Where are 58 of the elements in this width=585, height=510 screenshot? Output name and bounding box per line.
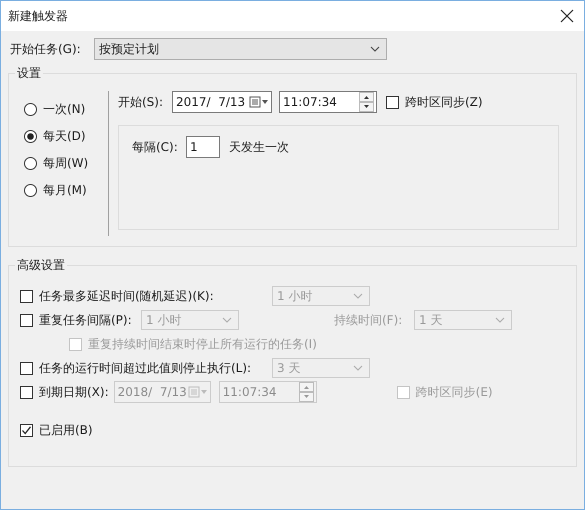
checkbox-label: 任务最多延迟时间(随机延迟)(K): [39, 288, 215, 304]
radio-label: 每月(M) [43, 182, 87, 198]
caret-icon [353, 293, 363, 299]
radio-label: 每周(W) [43, 154, 88, 172]
field-label: 开始(S): [118, 94, 164, 110]
date-picker[interactable]: 2018/ 7/13 [114, 381, 211, 403]
time-value: 11:07:34 [283, 95, 337, 109]
dropdown-value: 1 小时 [146, 312, 182, 328]
unit-label: 天发生一次 [229, 138, 289, 156]
radio-button[interactable] [24, 184, 37, 196]
checkbox[interactable] [20, 362, 33, 374]
field-label: 持续时间(F): [334, 312, 404, 328]
field-label: 每隔(C): [132, 138, 179, 156]
window-title: 新建触发器 [8, 8, 68, 24]
radio-button[interactable] [24, 130, 37, 142]
checkbox-label: 跨时区同步(Z) [405, 94, 483, 110]
checkbox-label: 重复持续时间结束时停止所有运行的任务(I) [88, 336, 317, 352]
spinner-icon [359, 92, 374, 112]
dropdown[interactable]: 1 天 [414, 310, 512, 330]
dropdown-value: 按预定计划 [99, 40, 159, 58]
time-field[interactable]: 11:07:34 [218, 381, 317, 403]
close-button[interactable] [560, 9, 574, 23]
checkbox[interactable] [20, 424, 33, 436]
radio-label: 每天(D) [43, 128, 86, 144]
dropdown[interactable]: 1 小时 [272, 286, 370, 306]
caret-icon [222, 317, 232, 323]
checkbox-label: 重复任务间隔(P): [39, 312, 133, 328]
dropdown[interactable]: 按预定计划 [94, 38, 387, 60]
checkbox-label: 任务的运行时间超过此值则停止执行(L): [39, 360, 252, 376]
date-value: 2018/ 7/13 [118, 385, 187, 399]
radio-label: 一次(N) [43, 100, 86, 118]
spinner-icon [298, 382, 314, 402]
checkbox-label: 到期日期(X): [39, 384, 109, 400]
dropdown[interactable]: 3 天 [272, 358, 370, 378]
caret-icon [370, 46, 380, 52]
date-value: 2017/ 7/13 [176, 95, 246, 109]
caret-icon [353, 365, 363, 371]
time-value: 11:07:34 [222, 385, 277, 399]
number-value: 1 [190, 140, 198, 154]
calendar-icon [249, 96, 269, 108]
dropdown-value: 1 天 [419, 312, 442, 328]
checkbox[interactable] [386, 96, 399, 108]
dropdown-value: 3 天 [277, 360, 300, 376]
checkbox-label: 已启用(B) [39, 422, 93, 438]
radio-button[interactable] [24, 156, 37, 170]
time-field[interactable]: 11:07:34 [279, 91, 377, 113]
calendar-icon [188, 386, 208, 398]
checkbox[interactable] [20, 314, 33, 326]
dropdown-value: 1 小时 [277, 288, 312, 304]
checkbox-label: 跨时区同步(E) [416, 384, 493, 400]
dropdown[interactable]: 1 小时 [141, 310, 239, 330]
caret-icon [495, 317, 505, 323]
checkbox[interactable] [20, 386, 33, 398]
checkbox[interactable] [20, 290, 33, 302]
field-label: 开始任务(G): [9, 40, 82, 58]
date-picker[interactable]: 2017/ 7/13 [172, 91, 272, 113]
radio-button[interactable] [24, 102, 37, 116]
number-field[interactable]: 1 [186, 136, 220, 158]
